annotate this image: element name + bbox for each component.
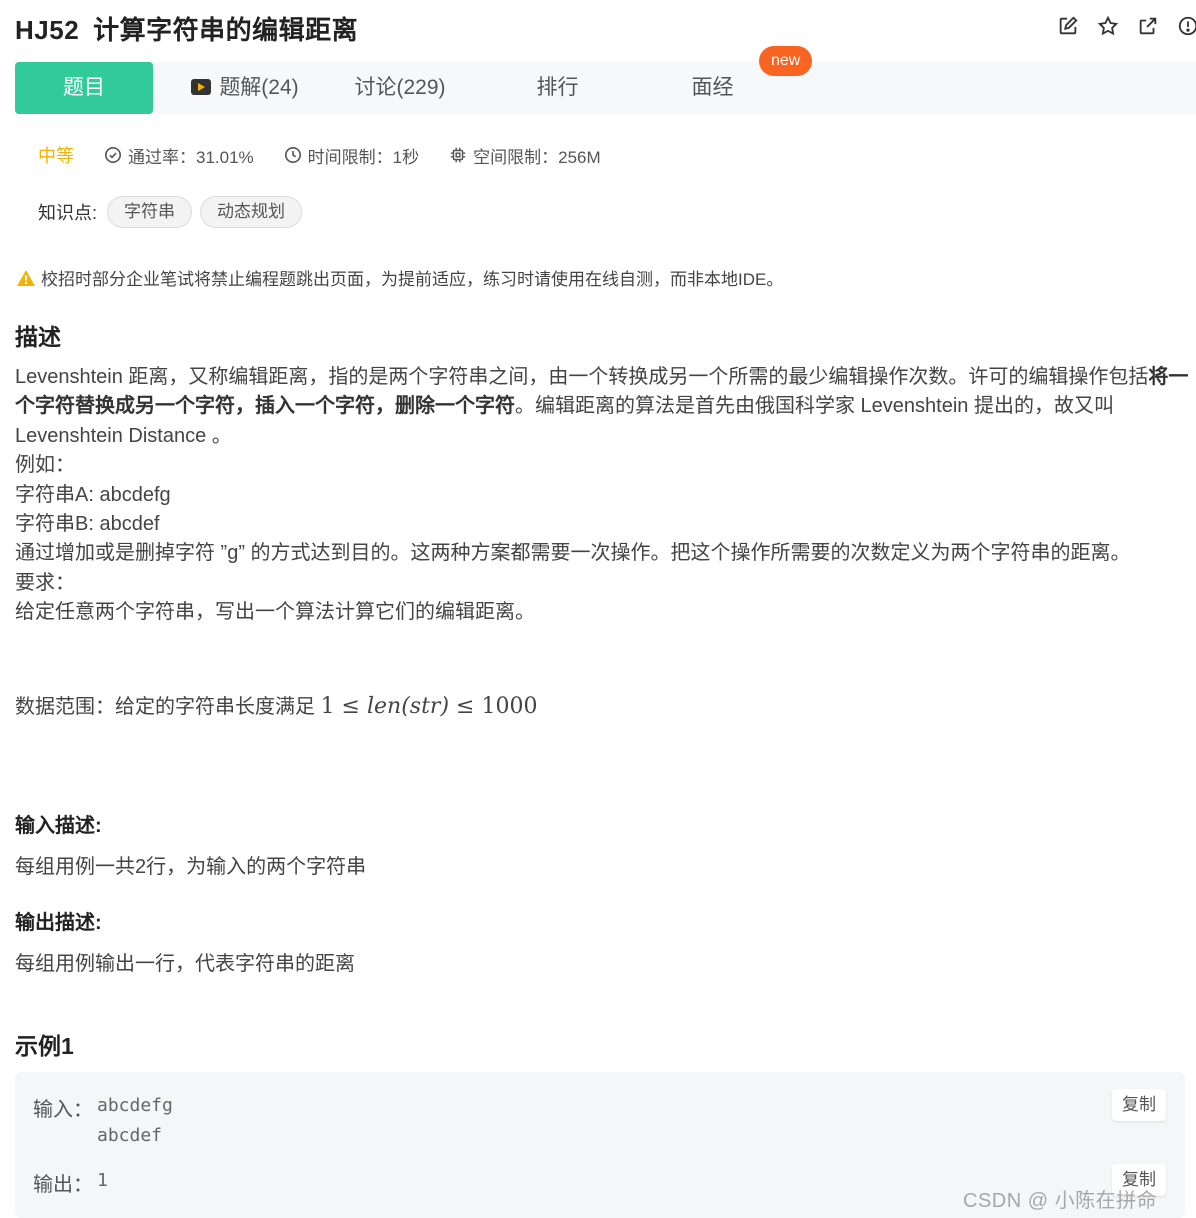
description-heading: 描述 (15, 324, 61, 350)
example-input-line1: abcdefg (97, 1095, 173, 1116)
problem-title: 计算字符串的编辑距离 (93, 15, 359, 45)
example-label: 例如： (15, 454, 75, 477)
space-limit: 空间限制：256M (449, 143, 601, 168)
range-low: 1 (320, 694, 335, 719)
problem-code: HJ52 (15, 15, 80, 45)
example-heading: 示例1 (15, 1033, 74, 1059)
string-b: 字符串B: abcdef (15, 513, 160, 536)
tag-string[interactable]: 字符串 (107, 196, 193, 228)
tag-dynamic-programming[interactable]: 动态规划 (200, 196, 303, 228)
range-expr: len(str) (366, 694, 450, 719)
tab-solutions-label: 题解(24) (219, 76, 299, 99)
example-input-line2: abcdef (97, 1125, 163, 1146)
knowledge-points: 知识点: 字符串 动态规划 (38, 196, 303, 228)
warning-icon (17, 269, 35, 286)
star-icon[interactable] (1096, 14, 1120, 38)
chip-icon (450, 147, 466, 163)
range-high: 1000 (481, 694, 538, 719)
input-desc-heading: 输入描述: (15, 815, 102, 837)
desc-text-a: Levenshtein 距离，又称编辑距离，指的是两个字符串之间，由一个转换成另… (15, 366, 1149, 388)
time-limit-text: 时间限制：1秒 (307, 147, 420, 167)
example-output-value: 1 (97, 1170, 108, 1191)
difficulty-badge: 中等 (38, 146, 74, 166)
copy-input-button[interactable]: 复制 (1112, 1089, 1166, 1121)
tab-interview[interactable]: 面经 (675, 62, 750, 114)
check-circle-icon (104, 146, 122, 164)
problem-header: HJ52 计算字符串的编辑距离 (0, 0, 1196, 60)
tab-solutions[interactable]: 题解(24) (185, 62, 305, 114)
space-limit-text: 空间限制：256M (473, 147, 601, 167)
tab-problem[interactable]: 题目 (15, 62, 153, 114)
input-desc-text: 每组用例一共2行，为输入的两个字符串 (15, 856, 367, 878)
require-label: 要求： (15, 571, 75, 594)
description-paragraph: Levenshtein 距离，又称编辑距离，指的是两个字符串之间，由一个转换成另… (15, 363, 1190, 451)
clock-icon (284, 146, 301, 164)
page-title: HJ52 计算字符串的编辑距离 (15, 10, 358, 47)
example-input-label: 输入： (33, 1099, 93, 1121)
output-desc-heading: 输出描述: (15, 912, 102, 934)
tab-discuss[interactable]: 讨论(229) (345, 62, 455, 114)
range-formula: 1 ≤ len(str) ≤ 1000 (320, 694, 538, 719)
warning-notice: 校招时部分企业笔试将禁止编程题跳出页面，为提前适应，练习时请使用在线自测，而非本… (16, 265, 783, 290)
video-icon (191, 79, 212, 95)
knowledge-label: 知识点: (38, 203, 98, 223)
info-icon[interactable] (1176, 14, 1196, 38)
edit-icon[interactable] (1056, 14, 1080, 38)
warning-text: 校招时部分企业笔试将禁止编程题跳出页面，为提前适应，练习时请使用在线自测，而非本… (41, 270, 784, 289)
problem-meta: 中等 通过率：31.01% 时间限制：1秒 空间限制：256M (38, 142, 631, 168)
pass-rate-text: 通过率：31.01% (128, 147, 254, 167)
new-badge: new (759, 46, 813, 76)
problem-tabs: 题目 题解(24) 讨论(229) 排行 面经 new (15, 46, 1196, 114)
watermark: CSDN @ 小陈在拼命 (963, 1190, 1158, 1212)
range-prefix: 数据范围：给定的字符串长度满足 (15, 696, 315, 718)
tab-rank[interactable]: 排行 (520, 62, 595, 114)
external-link-icon[interactable] (1136, 14, 1160, 38)
string-a: 字符串A: abcdefg (15, 483, 171, 506)
explain-text: 通过增加或是删掉字符 ”g” 的方式达到目的。这两种方案都需要一次操作。把这个操… (15, 542, 1131, 565)
require-text: 给定任意两个字符串，写出一个算法计算它们的编辑距离。 (15, 601, 535, 624)
data-range: 数据范围：给定的字符串长度满足 1 ≤ len(str) ≤ 1000 (15, 690, 537, 719)
time-limit: 时间限制：1秒 (284, 143, 419, 168)
output-desc-text: 每组用例输出一行，代表字符串的距离 (15, 953, 355, 975)
pass-rate: 通过率：31.01% (104, 143, 254, 168)
example-output-label: 输出： (33, 1174, 93, 1196)
description-body: Levenshtein 距离，又称编辑距离，指的是两个字符串之间，由一个转换成另… (15, 363, 1190, 628)
header-actions (1056, 14, 1196, 38)
